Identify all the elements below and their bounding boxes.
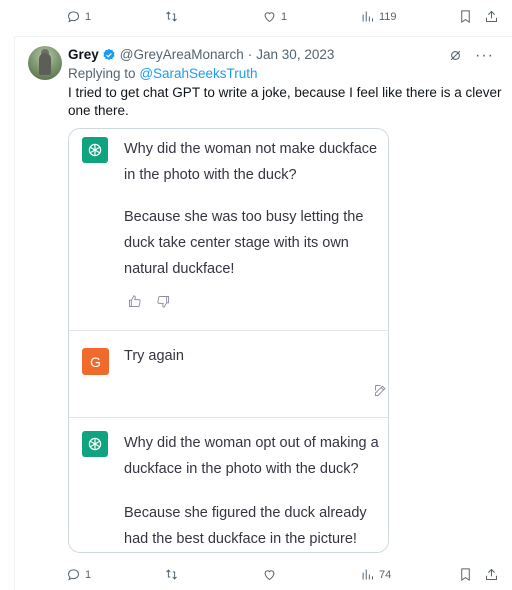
separator: · — [247, 47, 253, 62]
views-icon — [362, 11, 373, 22]
share-action[interactable] — [484, 567, 499, 582]
like-count: 1 — [281, 10, 288, 23]
timeline-border — [14, 36, 15, 590]
views-count: 74 — [379, 568, 392, 581]
replying-to-mention[interactable]: @SarahSeeksTruth — [139, 66, 257, 81]
reply-count: 1 — [85, 10, 92, 23]
retweet-action[interactable] — [164, 567, 179, 582]
more-options-icon[interactable]: ··· — [475, 47, 494, 63]
share-icon — [486, 10, 497, 22]
chat-question-2: Why did the woman opt out of making a du… — [124, 435, 379, 477]
reply-action[interactable]: 1 — [66, 9, 91, 24]
bookmark-icon — [461, 10, 470, 24]
tweet-header-actions: ··· — [448, 47, 494, 63]
like-action[interactable] — [262, 567, 277, 582]
chatgpt-logo-icon — [82, 431, 108, 457]
chat-response-1: Why did the woman not make duckface in t… — [69, 129, 388, 330]
tweet-divider — [14, 36, 512, 37]
feedback-buttons — [127, 294, 171, 309]
chat-question-1: Why did the woman not make duckface in t… — [124, 141, 378, 183]
previous-tweet-action-bar: 1 1 119 — [14, 0, 512, 36]
chat-user-message: G Try again — [69, 331, 388, 417]
user-handle[interactable]: @GreyAreaMonarch — [120, 47, 244, 62]
bookmark-icon — [461, 568, 470, 582]
user-initial-avatar: G — [82, 348, 109, 375]
display-name[interactable]: Grey — [68, 47, 99, 62]
tweet-text: I tried to get chat GPT to write a joke,… — [68, 85, 502, 118]
retweet-icon — [166, 11, 177, 22]
chatgpt-logo-icon — [82, 137, 108, 163]
chat-response-2: Why did the woman opt out of making a du… — [69, 418, 388, 552]
views-action[interactable]: 74 — [360, 567, 391, 582]
replying-to: Replying to @SarahSeeksTruth — [68, 66, 258, 81]
share-icon — [486, 568, 497, 580]
retweet-action[interactable] — [164, 9, 179, 24]
heart-icon — [264, 570, 275, 581]
reply-icon — [67, 11, 80, 23]
views-count: 119 — [379, 10, 397, 23]
views-action[interactable]: 119 — [360, 9, 397, 24]
tweet-header: Grey @GreyAreaMonarch · Jan 30, 2023 — [68, 47, 334, 62]
tweet-date[interactable]: Jan 30, 2023 — [256, 47, 334, 62]
bookmark-action[interactable] — [458, 567, 473, 582]
chat-answer-2: Because she figured the duck already had… — [124, 505, 367, 547]
edit-icon[interactable] — [373, 383, 388, 403]
avatar[interactable] — [28, 46, 62, 80]
views-icon — [362, 569, 373, 580]
bookmark-action[interactable] — [458, 9, 473, 24]
like-action[interactable]: 1 — [262, 9, 287, 24]
chatgpt-screenshot-card[interactable]: Why did the woman not make duckface in t… — [68, 128, 389, 553]
share-action[interactable] — [484, 9, 499, 24]
thumbs-up-icon[interactable] — [127, 294, 142, 309]
user-message-text: Try again — [124, 348, 184, 364]
heart-icon — [264, 12, 275, 23]
tweet-action-bar: 1 74 — [14, 558, 512, 590]
grok-icon[interactable] — [448, 48, 463, 63]
reply-action[interactable]: 1 — [66, 567, 91, 582]
thumbs-down-icon[interactable] — [156, 294, 171, 309]
reply-count: 1 — [85, 568, 92, 581]
replying-to-label: Replying to — [68, 66, 136, 81]
verified-badge-icon — [103, 48, 115, 60]
reply-icon — [67, 569, 80, 581]
chat-answer-1: Because she was too busy letting the duc… — [124, 209, 364, 277]
retweet-icon — [166, 569, 177, 580]
